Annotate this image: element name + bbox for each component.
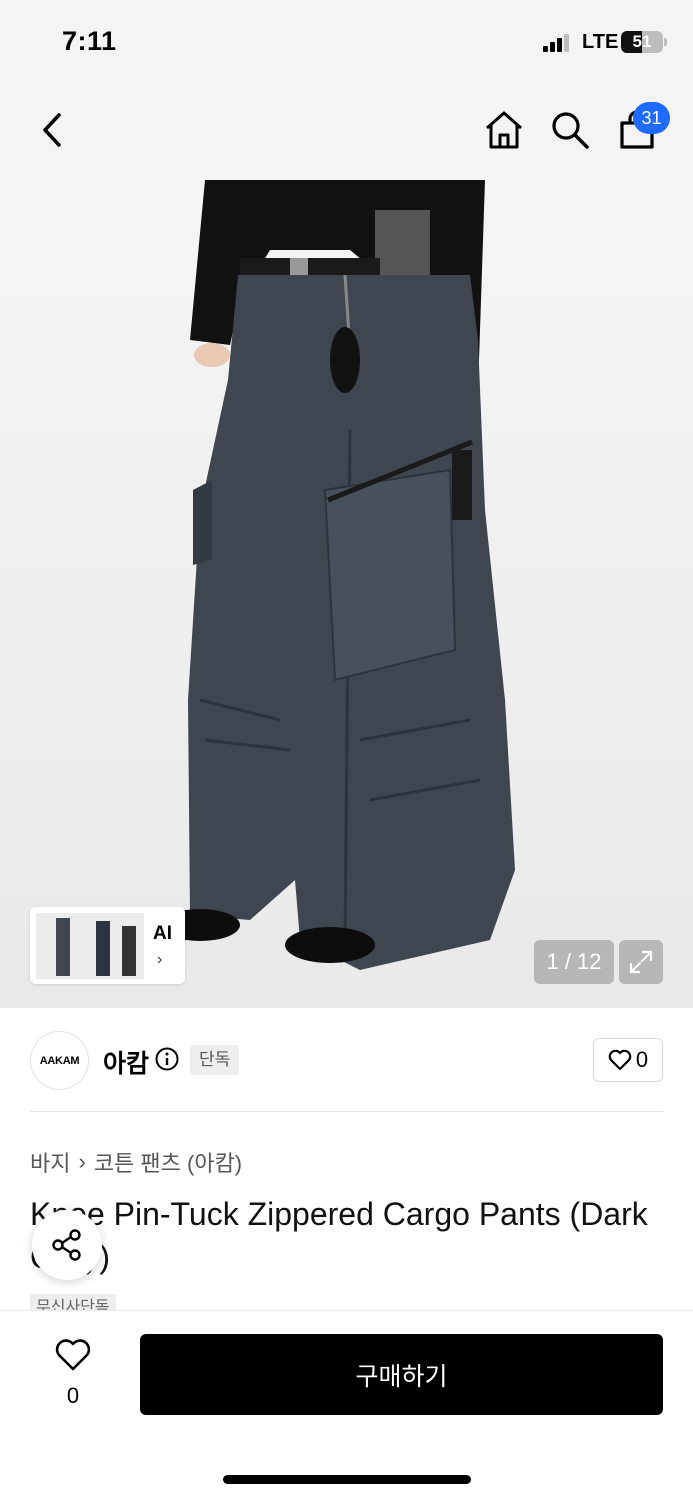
back-button[interactable] bbox=[22, 88, 82, 172]
heart-icon bbox=[608, 1049, 632, 1071]
brand-name[interactable]: 아캄 bbox=[103, 1044, 149, 1080]
home-button[interactable] bbox=[474, 88, 534, 172]
exclusive-badge: 단독 bbox=[190, 1045, 240, 1075]
similar-thumbnails bbox=[36, 912, 144, 979]
top-nav bbox=[0, 88, 693, 180]
status-bar: 7:11 LTE 51 bbox=[0, 0, 693, 88]
brand-like-button[interactable]: 0 bbox=[593, 1038, 663, 1082]
divider bbox=[30, 1111, 663, 1112]
home-indicator bbox=[223, 1475, 471, 1484]
share-icon bbox=[52, 1229, 81, 1261]
network-label: LTE bbox=[582, 31, 619, 53]
expand-icon bbox=[629, 950, 653, 974]
battery-level: 51 bbox=[632, 32, 652, 51]
brand-like-count: 0 bbox=[635, 1047, 649, 1072]
share-button[interactable] bbox=[32, 1210, 102, 1280]
battery-icon: 51 bbox=[621, 31, 663, 53]
product-photo bbox=[160, 180, 515, 970]
clock: 7:11 bbox=[62, 26, 117, 56]
info-icon[interactable] bbox=[155, 1047, 179, 1071]
chevron-right-icon: › bbox=[78, 1149, 86, 1174]
heart-icon bbox=[55, 1339, 91, 1371]
breadcrumb-subcategory[interactable]: 코튼 팬츠 (아캄) bbox=[94, 1146, 242, 1178]
search-icon bbox=[552, 112, 589, 149]
expand-button[interactable] bbox=[619, 940, 663, 984]
wishlist-button[interactable]: 0 bbox=[50, 1338, 96, 1409]
chevron-left-icon bbox=[43, 113, 61, 147]
breadcrumb-category[interactable]: 바지 bbox=[30, 1146, 70, 1178]
buy-button[interactable]: 구매하기 bbox=[140, 1334, 663, 1415]
ai-label: AI bbox=[153, 923, 172, 944]
wishlist-count: 0 bbox=[66, 1383, 80, 1408]
image-counter: 1 / 12 bbox=[534, 940, 614, 984]
search-button[interactable] bbox=[540, 88, 600, 172]
product-image[interactable] bbox=[0, 180, 693, 1008]
signal-icon bbox=[543, 34, 573, 52]
home-icon bbox=[486, 111, 522, 149]
breadcrumb: 바지 › 코튼 팬츠 (아캄) bbox=[30, 1146, 242, 1178]
brand-logo[interactable]: AAKAM bbox=[30, 1031, 89, 1090]
ai-similar-card[interactable]: AI › bbox=[30, 907, 185, 984]
chevron-right-icon: › bbox=[157, 951, 163, 968]
product-title: Knee Pin-Tuck Zippered Cargo Pants (Dark… bbox=[30, 1196, 648, 1275]
cart-count-badge: 31 bbox=[633, 102, 670, 134]
